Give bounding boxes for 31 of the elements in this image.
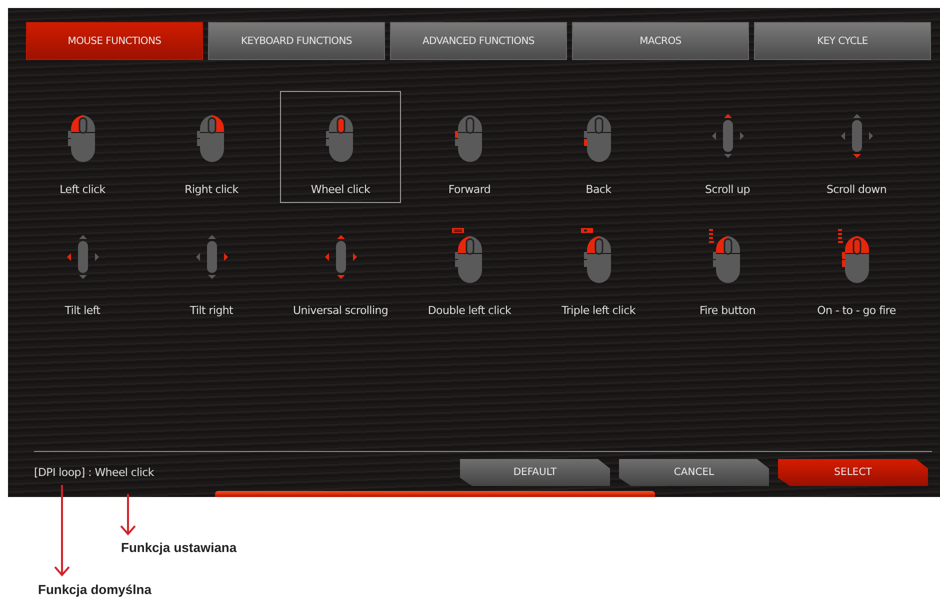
function-option[interactable]: Double left click: [409, 212, 530, 324]
arrow: [119, 494, 137, 536]
function-option[interactable]: Scroll up: [667, 91, 788, 203]
annotation-label: Funkcja ustawiana: [121, 540, 237, 555]
function-option[interactable]: Fire button: [667, 212, 788, 324]
status-text: [DPI loop] : Wheel click: [34, 466, 154, 479]
function-option[interactable]: Wheel click: [280, 91, 401, 203]
tab[interactable]: KEYBOARD FUNCTIONS: [208, 22, 385, 60]
tab[interactable]: KEY CYCLE: [754, 22, 931, 60]
function-option[interactable]: Tilt right: [151, 212, 272, 324]
function-option[interactable]: Back: [538, 91, 659, 203]
scroll-wheel-icon: [194, 234, 228, 280]
scroll-wheel-icon: [840, 113, 874, 159]
tab[interactable]: MACROS: [572, 22, 749, 60]
function-option[interactable]: On - to - go fire: [796, 212, 917, 324]
function-option[interactable]: Right click: [151, 91, 272, 203]
function-option[interactable]: Forward: [409, 91, 530, 203]
function-option[interactable]: Left click: [22, 91, 143, 203]
action-button[interactable]: CANCEL: [619, 459, 769, 486]
annotation-label: Funkcja domyślna: [38, 582, 152, 597]
function-option[interactable]: Scroll down: [796, 91, 917, 203]
function-option[interactable]: Triple left click: [538, 212, 659, 324]
scroll-wheel-icon: [324, 234, 358, 280]
scroll-wheel-icon: [710, 113, 744, 159]
scroll-wheel-icon: [66, 234, 100, 280]
function-option[interactable]: Tilt left: [22, 212, 143, 324]
action-button[interactable]: DEFAULT: [460, 459, 610, 486]
tab[interactable]: MOUSE FUNCTIONS: [26, 22, 203, 60]
action-button[interactable]: SELECT: [778, 459, 928, 486]
tab[interactable]: ADVANCED FUNCTIONS: [390, 22, 567, 60]
function-option[interactable]: Universal scrolling: [280, 212, 401, 324]
